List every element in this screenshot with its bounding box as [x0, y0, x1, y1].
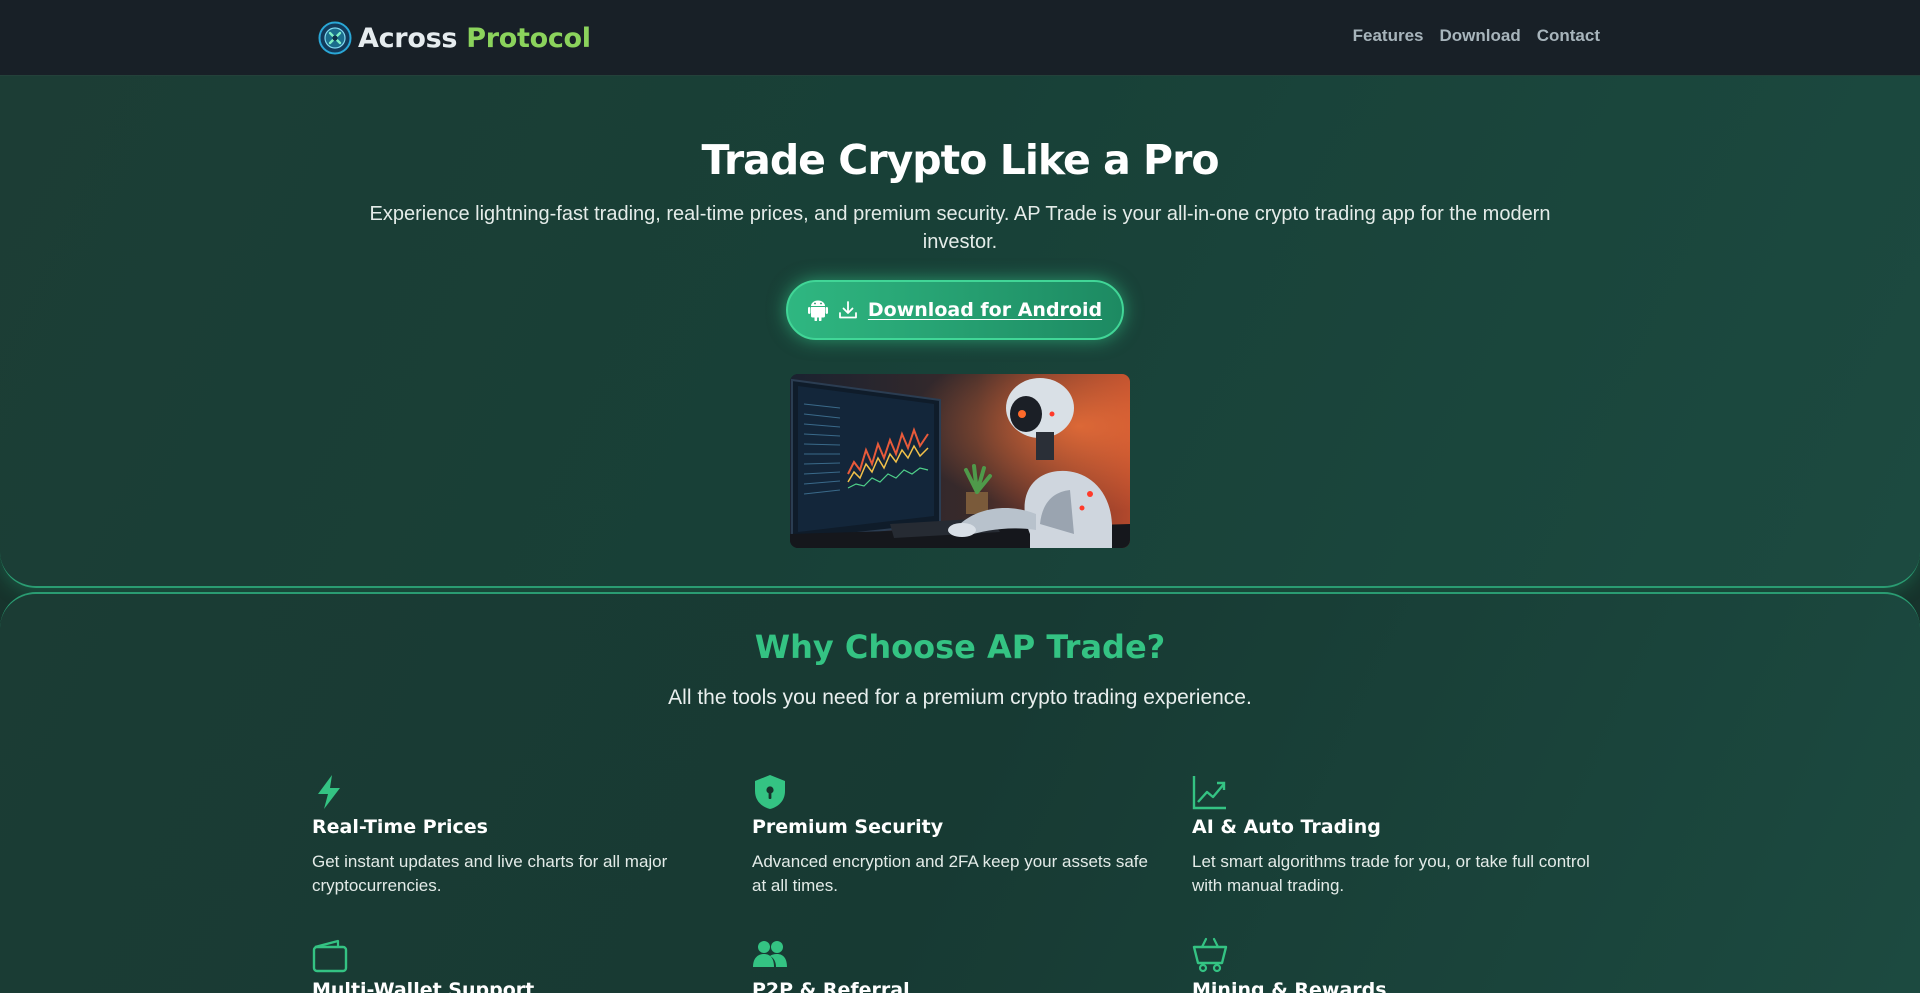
feature-description: Advanced encryption and 2FA keep your as… [752, 852, 1148, 895]
features-title: Why Choose AP Trade? [754, 628, 1166, 666]
logo-icon [318, 21, 352, 55]
logo-word-across: Across [358, 22, 458, 54]
feature-card-ai-auto-trading: AI & Auto Trading Let smart algorithms t… [1192, 774, 1592, 895]
logo[interactable]: Across Protocol [318, 20, 591, 56]
logo-word-protocol: Protocol [466, 22, 591, 54]
feature-description: Get instant updates and live charts for … [312, 852, 668, 895]
logo-text: Across Protocol [358, 23, 591, 54]
cart-icon [1192, 937, 1228, 973]
feature-card-p2p-referral: P2P & Referral [752, 937, 1152, 993]
feature-title: Real-Time Prices [312, 816, 488, 838]
feature-card-multi-wallet: Multi-Wallet Support [312, 937, 712, 993]
download-icon [839, 301, 857, 319]
download-android-label: Download for Android [867, 299, 1103, 321]
nav-link-contact[interactable]: Contact [1537, 26, 1600, 46]
wallet-icon [312, 939, 348, 973]
users-icon [753, 941, 787, 967]
main-nav: Features Download Contact [1353, 26, 1600, 46]
feature-card-premium-security: Premium Security Advanced encryption and… [752, 774, 1152, 895]
hero-subtitle: Experience lightning-fast trading, real-… [369, 203, 1551, 253]
bolt-icon [318, 775, 340, 809]
feature-title: Multi-Wallet Support [312, 979, 535, 993]
nav-link-download[interactable]: Download [1440, 26, 1521, 46]
site-header: Across Protocol Features Download Contac… [0, 0, 1920, 76]
feature-title: AI & Auto Trading [1192, 816, 1381, 838]
android-icon [807, 300, 828, 321]
feature-title: Premium Security [752, 816, 944, 838]
hero-robot-trading-image [790, 374, 1130, 548]
chart-line-icon [1192, 776, 1226, 810]
feature-card-real-time-prices: Real-Time Prices Get instant updates and… [312, 774, 712, 895]
robot-trading-illustration [790, 374, 1130, 548]
feature-description: Let smart algorithms trade for you, or t… [1192, 852, 1590, 895]
shield-lock-icon [755, 775, 785, 809]
features-subtitle: All the tools you need for a premium cry… [668, 686, 1252, 709]
feature-title: Mining & Rewards [1192, 979, 1387, 993]
nav-link-features[interactable]: Features [1353, 26, 1424, 46]
hero-title: Trade Crypto Like a Pro [701, 136, 1219, 184]
download-android-button[interactable]: Download for Android [786, 280, 1124, 340]
hero-section: Trade Crypto Like a Pro Experience light… [0, 76, 1920, 588]
feature-title: P2P & Referral [752, 979, 910, 993]
feature-card-mining-rewards: Mining & Rewards [1192, 937, 1592, 993]
features-section: Why Choose AP Trade? All the tools you n… [0, 592, 1920, 993]
